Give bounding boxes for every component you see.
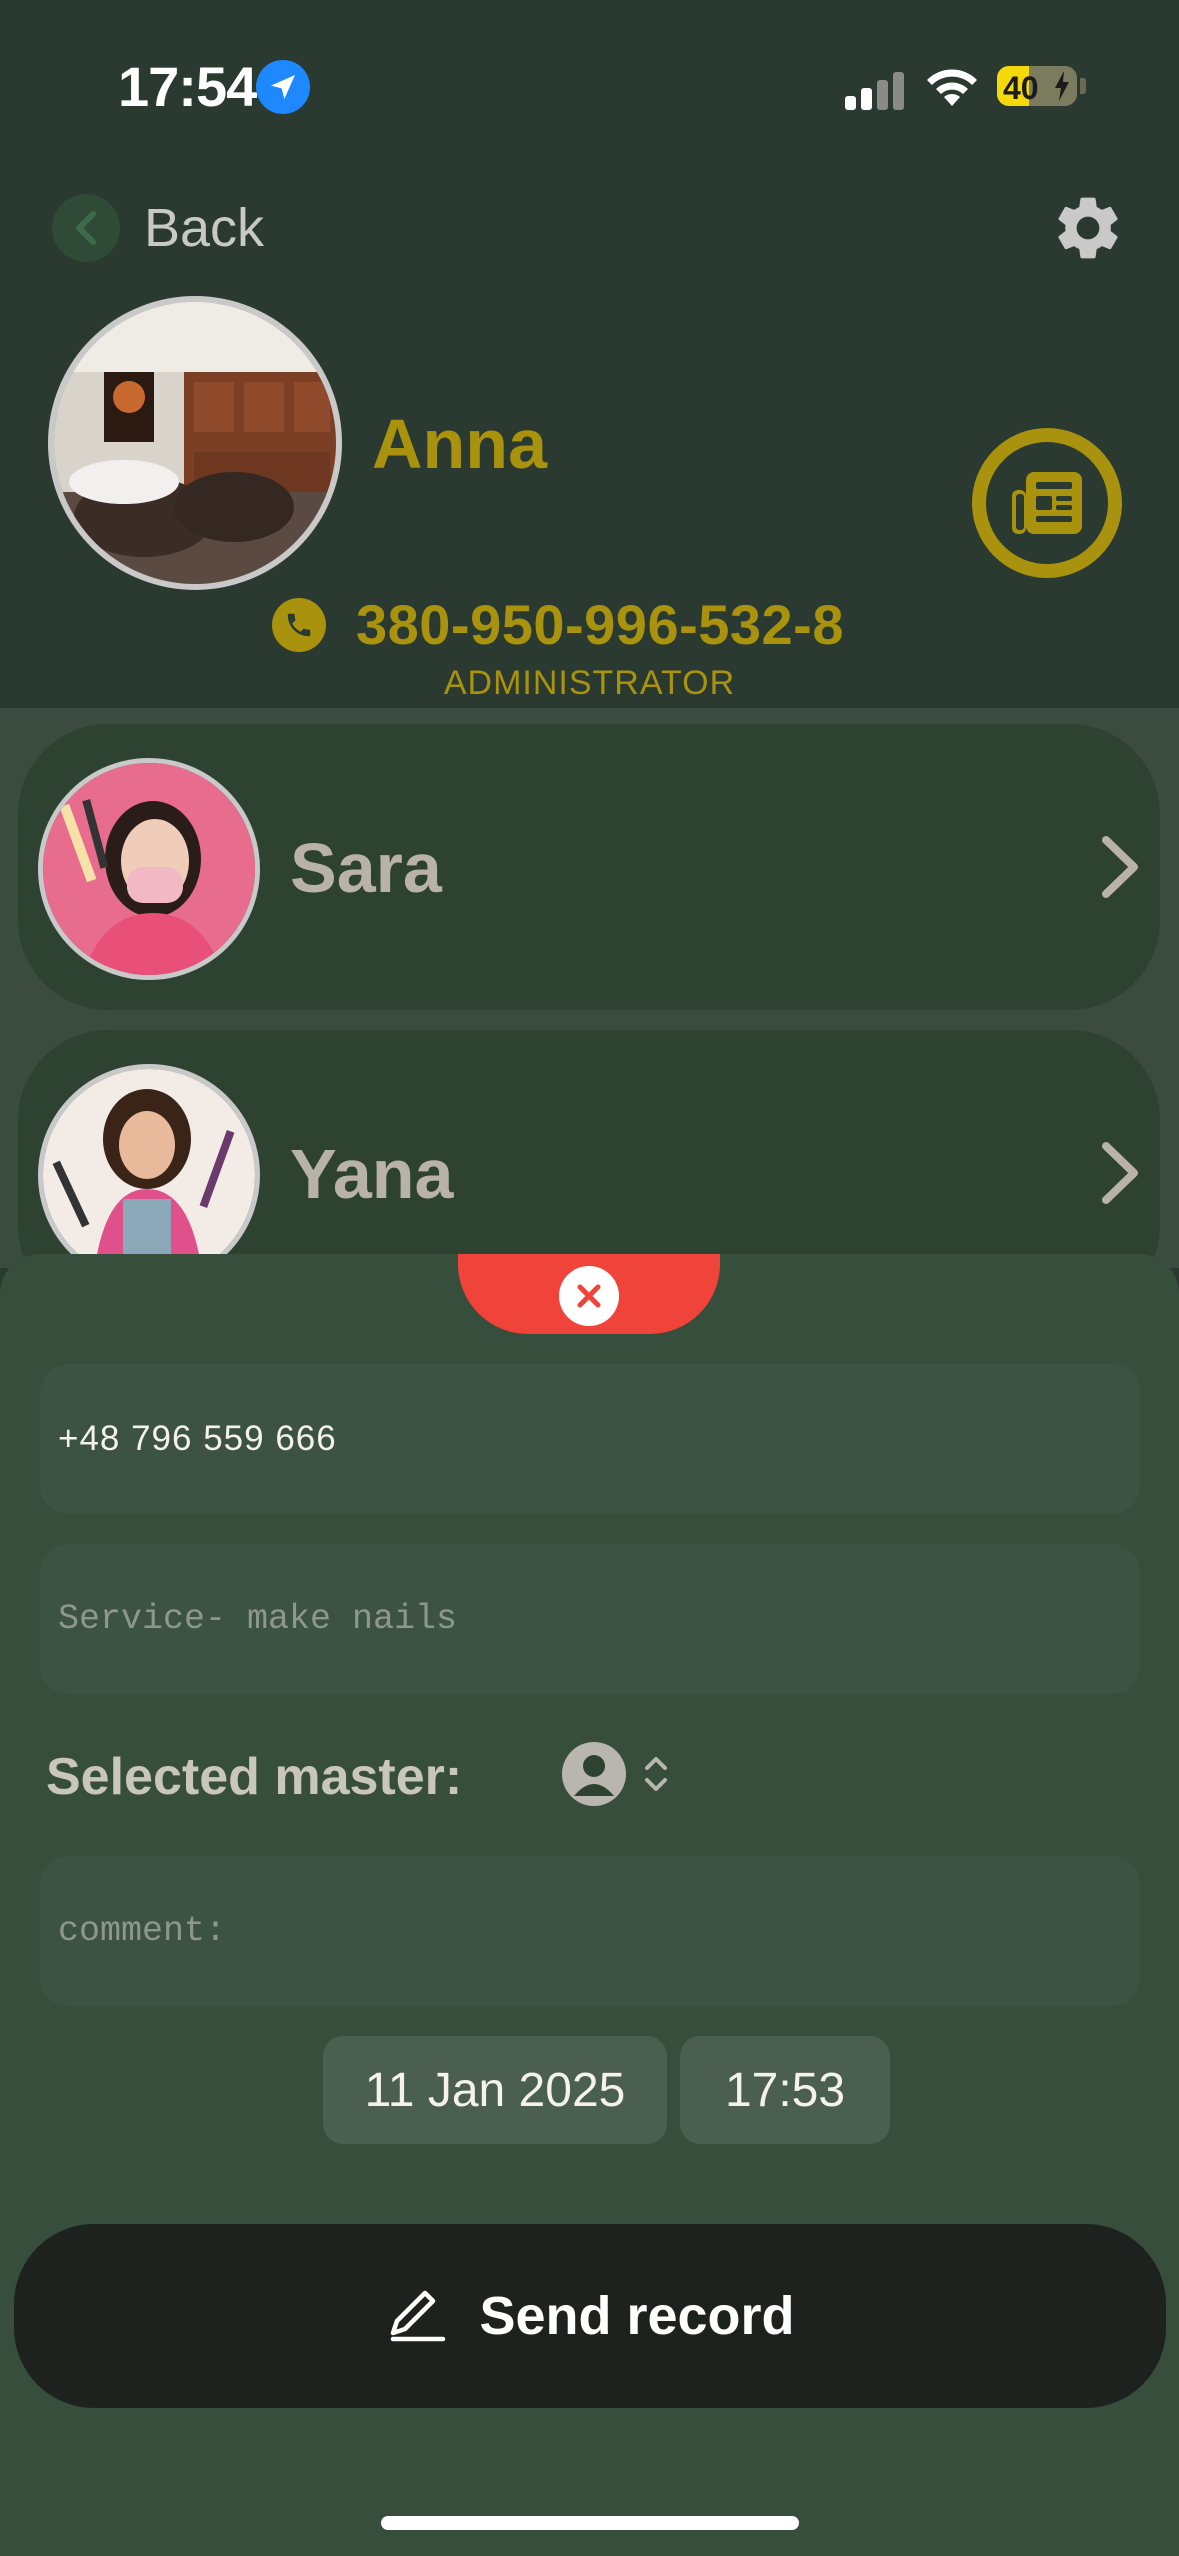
chevron-left-icon — [52, 194, 120, 262]
chevron-right-icon — [1102, 1142, 1138, 1204]
master-picker[interactable] — [562, 1742, 670, 1806]
wifi-icon — [927, 69, 977, 106]
comment-placeholder: comment: — [58, 1911, 227, 1951]
client-phone-value: +48 796 559 666 — [58, 1419, 337, 1458]
battery-icon: 40 — [997, 66, 1077, 106]
home-indicator[interactable] — [381, 2516, 799, 2530]
time-picker[interactable]: 17:53 — [680, 2036, 890, 2144]
service-placeholder: Service- make nails — [58, 1599, 458, 1639]
status-time: 17:54 — [118, 55, 257, 118]
master-name: Sara — [290, 829, 442, 907]
service-input[interactable]: Service- make nails — [40, 1544, 1140, 1694]
settings-gear-icon[interactable] — [1050, 190, 1126, 266]
chevron-up-down-icon — [645, 1757, 667, 1791]
close-icon — [559, 1266, 619, 1326]
comment-input[interactable]: comment: — [40, 1856, 1140, 2006]
newspaper-button[interactable] — [972, 428, 1122, 578]
pencil-icon — [391, 2290, 446, 2342]
master-card-sara[interactable]: Sara — [18, 724, 1160, 1010]
master-name: Yana — [290, 1135, 454, 1213]
newspaper-icon — [1012, 472, 1082, 534]
close-sheet-button[interactable] — [458, 1254, 720, 1334]
status-bar: 17:54 40 — [0, 0, 1179, 150]
profile-phone: 380-950-996-532-8 — [356, 593, 844, 656]
phone-icon — [272, 597, 326, 652]
send-record-label: Send record — [479, 2286, 795, 2346]
battery-cap — [1080, 78, 1086, 94]
person-circle-icon — [562, 1742, 626, 1806]
selected-master-row: Selected master: — [46, 1742, 667, 1812]
back-label: Back — [144, 198, 265, 258]
salon-avatar — [48, 296, 342, 590]
profile-phone-row[interactable]: 380-950-996-532-8 — [272, 592, 844, 657]
cellular-signal-icon — [845, 72, 905, 110]
send-record-button[interactable]: Send record — [14, 2224, 1166, 2408]
profile-role: ADMINISTRATOR — [443, 664, 736, 702]
battery-percent: 40 — [1003, 70, 1039, 106]
master-avatar — [38, 1064, 260, 1286]
date-picker[interactable]: 11 Jan 2025 — [323, 2036, 667, 2144]
chevron-right-icon — [1102, 836, 1138, 898]
back-button[interactable]: Back — [52, 190, 264, 266]
selected-master-label: Selected master: — [46, 1748, 463, 1806]
location-arrow-icon — [256, 60, 310, 114]
master-avatar — [38, 758, 260, 980]
profile-name: Anna — [372, 405, 547, 483]
client-phone-input[interactable]: +48 796 559 666 — [40, 1364, 1140, 1514]
